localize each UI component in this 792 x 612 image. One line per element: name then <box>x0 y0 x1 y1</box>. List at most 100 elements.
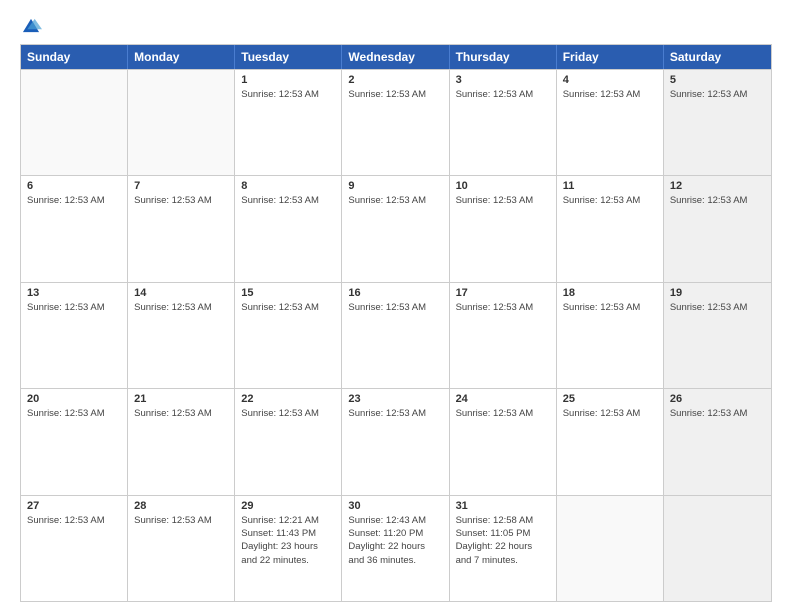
calendar-cell <box>128 70 235 175</box>
calendar-cell: 5Sunrise: 12:53 AM <box>664 70 771 175</box>
day-info: Sunrise: 12:53 AM <box>670 407 765 420</box>
day-number: 16 <box>348 287 442 299</box>
day-info: Sunrise: 12:53 AM <box>670 194 765 207</box>
day-info: Sunrise: 12:53 AM <box>241 88 335 101</box>
day-info: Sunrise: 12:58 AM Sunset: 11:05 PM Dayli… <box>456 514 550 567</box>
calendar-header-cell: Wednesday <box>342 45 449 69</box>
day-info: Sunrise: 12:53 AM <box>456 301 550 314</box>
calendar-cell: 13 Sunrise: 12:53 AM <box>21 283 128 388</box>
calendar-cell: 20 Sunrise: 12:53 AM <box>21 389 128 494</box>
calendar-cell: 31 Sunrise: 12:58 AM Sunset: 11:05 PM Day… <box>450 496 557 601</box>
logo-icon <box>20 16 42 38</box>
day-number: 3 <box>456 74 550 86</box>
day-info: Sunrise: 12:43 AM Sunset: 11:20 PM Dayli… <box>348 514 442 567</box>
calendar-header-row: SundayMondayTuesdayWednesdayThursdayFrid… <box>21 45 771 69</box>
day-number: 13 <box>27 287 121 299</box>
day-number: 19 <box>670 287 765 299</box>
day-number: 28 <box>134 500 228 512</box>
day-info: Sunrise: 12:53 AM <box>563 194 657 207</box>
day-number: 1 <box>241 74 335 86</box>
day-info: Sunrise: 12:53 AM <box>348 407 442 420</box>
calendar-header-cell: Tuesday <box>235 45 342 69</box>
day-info: Sunrise: 12:53 AM <box>241 194 335 207</box>
calendar-cell: 25 Sunrise: 12:53 AM <box>557 389 664 494</box>
calendar-header-cell: Friday <box>557 45 664 69</box>
day-info: Sunrise: 12:53 AM <box>27 514 121 527</box>
day-info: Sunrise: 12:53 AM <box>563 301 657 314</box>
day-info: Sunrise: 12:53 AM <box>563 407 657 420</box>
day-info: Sunrise: 12:53 AM <box>27 194 121 207</box>
calendar-cell: 4 Sunrise: 12:53 AM <box>557 70 664 175</box>
day-number: 30 <box>348 500 442 512</box>
day-number: 18 <box>563 287 657 299</box>
logo <box>20 16 46 38</box>
day-number: 2 <box>348 74 442 86</box>
calendar-cell: 16 Sunrise: 12:53 AM <box>342 283 449 388</box>
calendar-cell: 27 Sunrise: 12:53 AM <box>21 496 128 601</box>
day-number: 29 <box>241 500 335 512</box>
day-number: 5 <box>670 74 765 86</box>
day-number: 11 <box>563 180 657 192</box>
day-number: 14 <box>134 287 228 299</box>
header <box>20 16 772 38</box>
calendar-week: 13 Sunrise: 12:53 AM 14 Sunrise: 12:53 AM 15… <box>21 282 771 388</box>
calendar-cell: 29Sunrise: 12:21 AM Sunset: 11:43 PM Day… <box>235 496 342 601</box>
calendar-cell <box>664 496 771 601</box>
day-info: Sunrise: 12:53 AM <box>563 88 657 101</box>
day-info: Sunrise: 12:53 AM <box>348 194 442 207</box>
calendar-cell <box>21 70 128 175</box>
calendar-cell: 23Sunrise: 12:53 AM <box>342 389 449 494</box>
calendar-cell: 3 Sunrise: 12:53 AM <box>450 70 557 175</box>
day-info: Sunrise: 12:53 AM <box>456 194 550 207</box>
day-number: 21 <box>134 393 228 405</box>
day-info: Sunrise: 12:53 AM <box>456 407 550 420</box>
calendar: SundayMondayTuesdayWednesdayThursdayFrid… <box>20 44 772 602</box>
day-info: Sunrise: 12:53 AM <box>134 407 228 420</box>
calendar-cell <box>557 496 664 601</box>
day-number: 10 <box>456 180 550 192</box>
day-number: 7 <box>134 180 228 192</box>
day-info: Sunrise: 12:53 AM <box>134 514 228 527</box>
calendar-header-cell: Sunday <box>21 45 128 69</box>
calendar-week: 6 Sunrise: 12:53 AM 7 Sunrise: 12:53 AM 8 Sun… <box>21 175 771 281</box>
calendar-cell: 1 Sunrise: 12:53 AM <box>235 70 342 175</box>
day-number: 6 <box>27 180 121 192</box>
calendar-cell: 30 Sunrise: 12:43 AM Sunset: 11:20 PM Day… <box>342 496 449 601</box>
calendar-week: 27 Sunrise: 12:53 AM 28 Sunrise: 12:53 AM 29… <box>21 495 771 601</box>
calendar-cell: 22Sunrise: 12:53 AM <box>235 389 342 494</box>
calendar-cell: 10 Sunrise: 12:53 AM <box>450 176 557 281</box>
day-info: Sunrise: 12:53 AM <box>27 407 121 420</box>
calendar-header-cell: Saturday <box>664 45 771 69</box>
day-info: Sunrise: 12:53 AM <box>134 194 228 207</box>
day-info: Sunrise: 12:53 AM <box>670 301 765 314</box>
calendar-body: 1 Sunrise: 12:53 AM 2 Sunrise: 12:53 AM 3 Sun… <box>21 69 771 601</box>
calendar-cell: 28 Sunrise: 12:53 AM <box>128 496 235 601</box>
calendar-cell: 24 Sunrise: 12:53 AM <box>450 389 557 494</box>
day-number: 31 <box>456 500 550 512</box>
day-number: 9 <box>348 180 442 192</box>
calendar-cell: 18 Sunrise: 12:53 AM <box>557 283 664 388</box>
calendar-cell: 9 Sunrise: 12:53 AM <box>342 176 449 281</box>
day-info: Sunrise: 12:53 AM <box>241 407 335 420</box>
day-number: 4 <box>563 74 657 86</box>
day-info: Sunrise: 12:53 AM <box>348 301 442 314</box>
calendar-cell: 6 Sunrise: 12:53 AM <box>21 176 128 281</box>
day-info: Sunrise: 12:53 AM <box>134 301 228 314</box>
calendar-cell: 12Sunrise: 12:53 AM <box>664 176 771 281</box>
day-number: 17 <box>456 287 550 299</box>
day-info: Sunrise: 12:53 AM <box>27 301 121 314</box>
day-number: 15 <box>241 287 335 299</box>
day-number: 26 <box>670 393 765 405</box>
day-number: 25 <box>563 393 657 405</box>
page: SundayMondayTuesdayWednesdayThursdayFrid… <box>0 0 792 612</box>
day-info: Sunrise: 12:53 AM <box>456 88 550 101</box>
day-number: 27 <box>27 500 121 512</box>
calendar-week: 20Sunrise: 12:53 AM21Sunrise: 12:53 AM22… <box>21 388 771 494</box>
calendar-cell: 19 Sunrise: 12:53 AM <box>664 283 771 388</box>
day-number: 20 <box>27 393 121 405</box>
day-info: Sunrise: 12:53 AM <box>348 88 442 101</box>
day-number: 8 <box>241 180 335 192</box>
calendar-cell: 15Sunrise: 12:53 AM <box>235 283 342 388</box>
day-number: 24 <box>456 393 550 405</box>
calendar-cell: 8 Sunrise: 12:53 AM <box>235 176 342 281</box>
